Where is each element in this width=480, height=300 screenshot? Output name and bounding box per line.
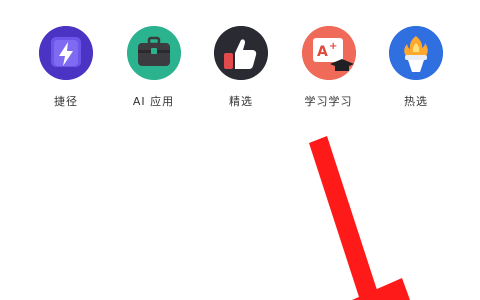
red-arrow-annotation <box>309 136 410 300</box>
